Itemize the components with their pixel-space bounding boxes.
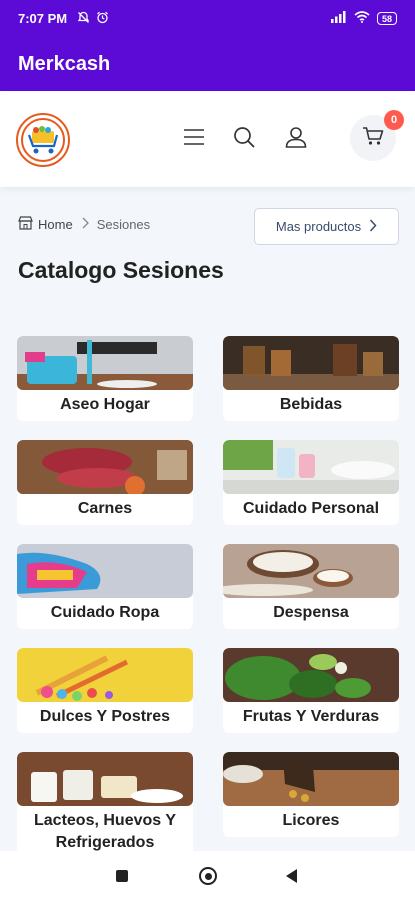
category-label: Despensa xyxy=(273,604,349,621)
more-products-button[interactable]: Mas productos xyxy=(254,208,399,245)
category-image xyxy=(17,336,193,390)
chevron-right-icon xyxy=(81,217,89,232)
category-label: Bebidas xyxy=(279,396,343,413)
category-image xyxy=(223,440,399,494)
category-card-cuidado-personal[interactable]: Cuidado Personal xyxy=(223,440,399,525)
breadcrumb-home-label: Home xyxy=(38,217,73,232)
category-label: Lacteos, Huevos Y Refrigerados xyxy=(34,812,176,851)
user-icon[interactable] xyxy=(282,123,310,151)
cart-icon xyxy=(362,126,384,151)
category-label: Licores xyxy=(282,812,340,829)
more-products-label: Mas productos xyxy=(275,219,362,234)
category-card-despensa[interactable]: Despensa xyxy=(223,544,399,629)
category-card-aseo-hogar[interactable]: Aseo Hogar xyxy=(17,336,193,421)
category-card-licores[interactable]: Licores xyxy=(223,752,399,837)
silent-icon xyxy=(77,11,90,27)
category-card-frutas-y-verduras[interactable]: Frutas Y Verduras xyxy=(223,648,399,733)
category-image xyxy=(223,336,399,390)
category-card-cuidado-ropa[interactable]: Cuidado Ropa xyxy=(17,544,193,629)
category-label: Dulces Y Postres xyxy=(39,708,171,725)
category-label: Cuidado Personal xyxy=(242,500,380,517)
signal-icon xyxy=(330,11,347,26)
chevron-right-icon xyxy=(369,218,377,235)
category-label: Carnes xyxy=(77,500,133,517)
category-image xyxy=(223,648,399,702)
menu-icon[interactable] xyxy=(180,123,208,151)
wifi-icon xyxy=(354,11,370,26)
category-card-bebidas[interactable]: Bebidas xyxy=(223,336,399,421)
category-image xyxy=(17,752,193,806)
back-icon[interactable] xyxy=(286,869,297,883)
page-title: Catalogo Sesiones xyxy=(18,257,224,283)
category-image xyxy=(17,648,193,702)
cart-count-badge: 0 xyxy=(384,110,404,130)
category-label: Cuidado Ropa xyxy=(50,604,160,621)
category-card-carnes[interactable]: Carnes xyxy=(17,440,193,525)
category-image xyxy=(223,752,399,806)
store-icon xyxy=(18,216,33,233)
category-card-lacteos[interactable]: Lacteos, Huevos Y Refrigerados xyxy=(17,752,193,856)
category-card-dulces-y-postres[interactable]: Dulces Y Postres xyxy=(17,648,193,733)
category-image xyxy=(17,544,193,598)
battery-indicator: 58 xyxy=(376,12,397,25)
alarm-icon xyxy=(96,11,109,27)
category-label: Frutas Y Verduras xyxy=(242,708,380,725)
android-navigation-bar xyxy=(0,851,415,900)
breadcrumb-current: Sesiones xyxy=(96,217,151,232)
category-image xyxy=(223,544,399,598)
app-title: Merkcash xyxy=(18,52,111,75)
home-icon[interactable] xyxy=(199,867,217,885)
category-label: Aseo Hogar xyxy=(60,396,150,413)
status-bar: 7:07 PM 58 xyxy=(0,0,415,37)
recent-apps-icon[interactable] xyxy=(116,870,128,882)
site-header xyxy=(0,91,415,187)
breadcrumb: Home Sesiones xyxy=(18,216,150,233)
search-icon[interactable] xyxy=(230,123,258,151)
breadcrumb-home[interactable]: Home xyxy=(18,216,73,233)
category-image xyxy=(17,440,193,494)
status-time: 7:07 PM xyxy=(18,11,68,26)
store-logo[interactable] xyxy=(16,113,70,167)
app-bar: Merkcash xyxy=(0,37,415,91)
